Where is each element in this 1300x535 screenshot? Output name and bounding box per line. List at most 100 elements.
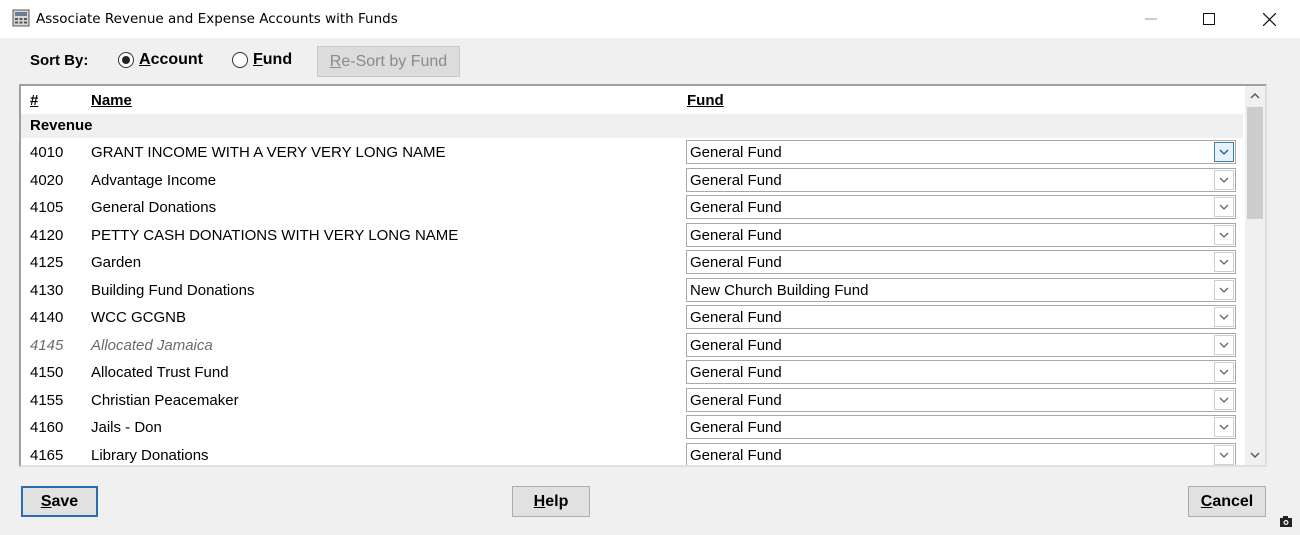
table-row[interactable]: 4125 Garden General Fund	[21, 248, 1243, 276]
fund-dropdown-value: General Fund	[690, 336, 782, 354]
account-number-cell: 4140	[30, 309, 64, 326]
account-name-cell: Allocated Trust Fund	[91, 364, 229, 381]
account-name-cell: Garden	[91, 254, 142, 271]
table-row[interactable]: 4160 Jails - Don General Fund	[21, 413, 1243, 441]
sort-bar: Sort By: Account Fund Re-Sort by Fund	[0, 38, 1300, 84]
chevron-down-icon[interactable]	[1214, 224, 1234, 245]
fund-dropdown[interactable]: New Church Building Fund	[686, 277, 1236, 302]
sort-account-radio[interactable]: Account	[118, 51, 203, 69]
fund-dropdown[interactable]: General Fund	[686, 387, 1236, 412]
fund-dropdown-value: General Fund	[690, 446, 782, 464]
account-number-cell: 4150	[30, 364, 64, 381]
table-row[interactable]: 4155 Christian Peacemaker General Fund	[21, 386, 1243, 414]
ledger-calculator-icon	[12, 9, 30, 27]
fund-dropdown[interactable]: General Fund	[686, 167, 1236, 192]
account-name-cell: WCC GCGNB	[91, 309, 186, 326]
fund-dropdown[interactable]: General Fund	[686, 332, 1236, 357]
fund-dropdown-value: General Fund	[690, 309, 782, 326]
grid-body: # Name Fund Revenue 4010 GRANT INCOME WIT…	[21, 86, 1245, 465]
cancel-button-label: Cancel	[1200, 492, 1254, 510]
chevron-down-icon[interactable]	[1214, 307, 1234, 327]
chevron-down-icon[interactable]	[1214, 417, 1234, 437]
chevron-down-icon[interactable]	[1214, 252, 1234, 272]
column-header-name[interactable]: Name	[91, 92, 132, 109]
resort-by-fund-label: Re-Sort by Fund	[329, 52, 448, 70]
fund-dropdown-value: General Fund	[690, 254, 782, 271]
fund-dropdown[interactable]: General Fund	[686, 250, 1236, 274]
fund-dropdown-value: General Fund	[690, 144, 782, 161]
table-row[interactable]: 4020 Advantage Income General Fund	[21, 166, 1243, 194]
table-row[interactable]: 4130 Building Fund Donations New Church Bu…	[21, 276, 1243, 304]
table-row[interactable]: 4150 Allocated Trust Fund General Fund	[21, 358, 1243, 386]
scrollbar-thumb[interactable]	[1247, 107, 1263, 219]
cancel-button[interactable]: Cancel	[1188, 486, 1266, 517]
account-name-cell: Christian Peacemaker	[91, 391, 239, 409]
accounts-grid[interactable]: # Name Fund Revenue 4010 GRANT INCOME WIT…	[19, 84, 1267, 467]
chevron-down-icon[interactable]	[1214, 334, 1234, 355]
account-number-cell: 4105	[30, 199, 64, 216]
fund-dropdown-value: General Fund	[690, 171, 782, 189]
help-button[interactable]: Help	[512, 486, 590, 517]
account-name-cell: Advantage Income	[91, 171, 217, 189]
chevron-down-icon[interactable]	[1214, 389, 1234, 410]
title-bar[interactable]: Associate Revenue and Expense Accounts w…	[0, 0, 1300, 38]
chevron-down-icon[interactable]	[1214, 169, 1234, 190]
radio-unchecked-icon	[232, 52, 248, 68]
sort-fund-label: Fund	[253, 51, 293, 68]
column-header-fund[interactable]: Fund	[687, 92, 724, 109]
column-header-number[interactable]: #	[30, 92, 38, 109]
account-name-cell: Building Fund Donations	[91, 281, 255, 299]
scroll-up-button[interactable]	[1245, 86, 1265, 106]
table-row[interactable]: 4010 GRANT INCOME WITH A VERY VERY LONG N…	[21, 138, 1243, 166]
sort-account-label: Account	[139, 51, 204, 68]
sort-by-label: Sort By:	[30, 52, 89, 69]
chevron-down-icon[interactable]	[1214, 362, 1234, 382]
account-name-cell: GRANT INCOME WITH A VERY VERY LONG NAME	[91, 144, 446, 161]
maximize-icon	[1203, 13, 1215, 25]
close-button[interactable]	[1240, 0, 1298, 38]
fund-dropdown[interactable]: General Fund	[686, 442, 1236, 465]
account-number-cell: 4155	[30, 391, 64, 409]
fund-dropdown-value: General Fund	[690, 199, 782, 216]
account-number-cell: 4120	[30, 226, 64, 244]
group-label: Revenue	[30, 117, 93, 134]
account-name-cell: General Donations	[91, 199, 217, 216]
table-row[interactable]: 4120 PETTY CASH DONATIONS WITH VERY LONG …	[21, 221, 1243, 249]
account-number-cell: 4010	[30, 144, 64, 161]
close-icon	[1262, 12, 1276, 26]
vertical-scrollbar[interactable]	[1245, 86, 1265, 465]
window-title: Associate Revenue and Expense Accounts w…	[36, 11, 398, 27]
table-row[interactable]: 4140 WCC GCGNB General Fund	[21, 303, 1243, 331]
fund-dropdown-value: General Fund	[690, 391, 782, 409]
chevron-down-icon[interactable]	[1214, 197, 1234, 217]
chevron-up-icon	[1250, 93, 1260, 99]
account-name-cell: Library Donations	[91, 446, 209, 464]
fund-dropdown[interactable]: General Fund	[686, 195, 1236, 219]
chevron-down-icon[interactable]	[1214, 444, 1234, 465]
fund-dropdown[interactable]: General Fund	[686, 140, 1236, 164]
fund-dropdown[interactable]: General Fund	[686, 415, 1236, 439]
camera-icon	[1279, 514, 1293, 528]
save-button-label: Save	[40, 492, 79, 510]
chevron-down-icon[interactable]	[1214, 279, 1234, 300]
chevron-down-icon[interactable]	[1214, 142, 1234, 162]
fund-dropdown[interactable]: General Fund	[686, 222, 1236, 247]
sort-fund-radio[interactable]: Fund	[232, 51, 292, 69]
minimize-button[interactable]	[1122, 0, 1180, 38]
account-name-cell: Allocated Jamaica	[91, 336, 213, 354]
account-name-cell: Jails - Don	[91, 419, 162, 436]
save-button[interactable]: Save	[21, 486, 98, 517]
account-name-cell: PETTY CASH DONATIONS WITH VERY LONG NAME	[91, 226, 459, 244]
chevron-down-icon	[1250, 452, 1260, 458]
table-row[interactable]: 4165 Library Donations General Fund	[21, 441, 1243, 465]
scroll-down-button[interactable]	[1245, 445, 1265, 465]
fund-dropdown[interactable]: General Fund	[686, 360, 1236, 384]
dialog-window: Associate Revenue and Expense Accounts w…	[0, 0, 1300, 535]
table-row[interactable]: 4145 Allocated Jamaica General Fund	[21, 331, 1243, 359]
fund-dropdown[interactable]: General Fund	[686, 305, 1236, 329]
account-number-cell: 4125	[30, 254, 64, 271]
help-button-label: Help	[533, 492, 569, 510]
maximize-button[interactable]	[1180, 0, 1238, 38]
table-row[interactable]: 4105 General Donations General Fund	[21, 193, 1243, 221]
fund-dropdown-value: General Fund	[690, 364, 782, 381]
